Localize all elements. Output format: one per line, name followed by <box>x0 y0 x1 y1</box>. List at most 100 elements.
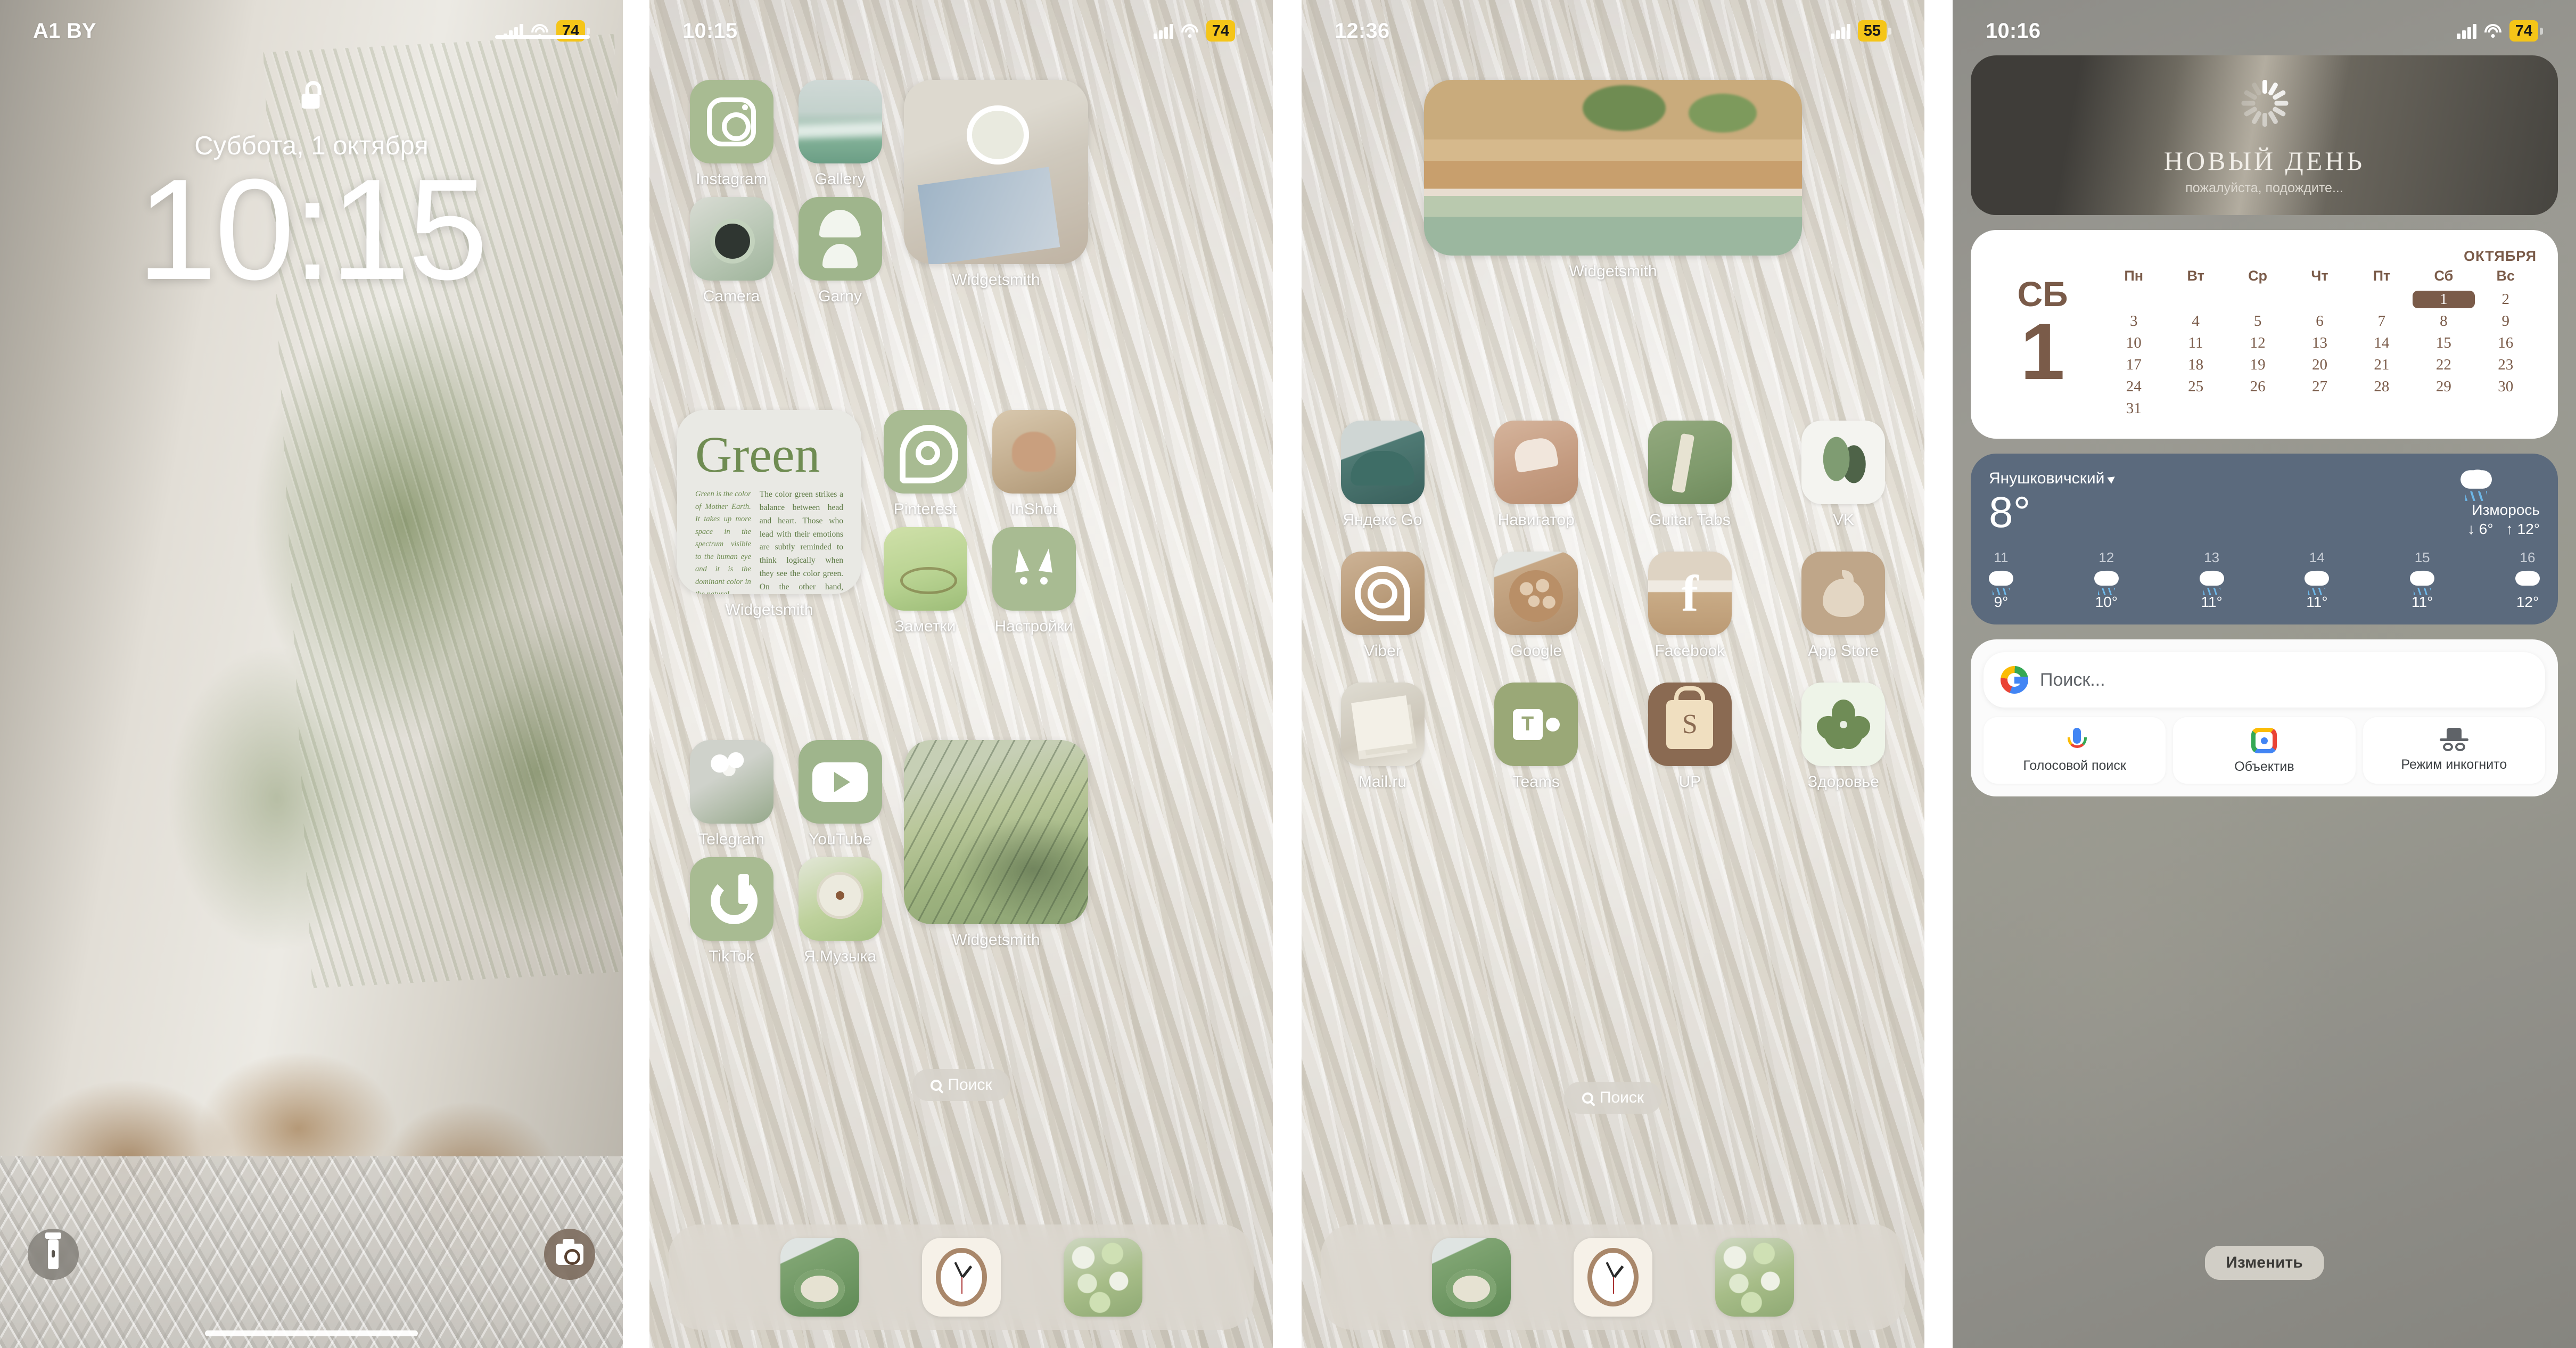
rain-cloud-icon <box>1989 571 2013 595</box>
app-icon: S <box>1648 683 1732 766</box>
home2-top-widget: Widgetsmith <box>1302 80 1924 281</box>
app-facebook[interactable]: f Facebook <box>1635 552 1744 660</box>
google-lens-button[interactable]: Объектив <box>2173 717 2356 784</box>
calendar-day: 6 <box>2316 313 2324 330</box>
calendar-day: 15 <box>2435 334 2451 351</box>
app-label: Pinterest <box>893 500 957 518</box>
search-button[interactable]: Поиск <box>1563 1082 1663 1114</box>
microphone-icon <box>2068 728 2087 752</box>
app-navigator[interactable]: Навигатор <box>1482 421 1591 529</box>
calendar-month-block: ОКТЯБРЯ Пн Вт Ср Чт Пт Сб Вс 1 2 3 4 5 6 7 8 9 10 11 12 13 1… <box>2103 248 2537 417</box>
widget-widgetsmith-photo-top[interactable]: Widgetsmith <box>904 80 1088 289</box>
app-icon <box>992 527 1076 611</box>
app-youtube[interactable]: YouTube <box>786 740 894 849</box>
app-yandex-music[interactable]: Я.Музыка <box>786 857 894 966</box>
home1-top-block: Instagram Gallery Camera Garny Widgetsmi… <box>677 80 1245 306</box>
flashlight-button[interactable] <box>28 1229 79 1280</box>
battery-cap-icon <box>1237 27 1240 35</box>
app-gallery[interactable]: Gallery <box>786 80 894 188</box>
rain-cloud-icon <box>2460 470 2492 501</box>
dock-item-phone[interactable] <box>780 1238 859 1317</box>
weather-low: ↓ 6° <box>2467 521 2493 537</box>
app-icon <box>1648 421 1732 504</box>
widget-calendar[interactable]: СБ 1 ОКТЯБРЯ Пн Вт Ср Чт Пт Сб Вс 1 2 3 4 5 6 7 8 9 10 11… <box>1971 230 2558 439</box>
battery-indicator: 74 <box>1206 20 1240 42</box>
new-day-title: НОВЫЙ ДЕНЬ <box>2163 146 2365 176</box>
search-button[interactable]: Поиск <box>912 1069 1010 1101</box>
google-voice-search-button[interactable]: Голосовой поиск <box>1984 717 2166 784</box>
status-icons: 74 <box>1153 20 1240 42</box>
app-garny[interactable]: Garny <box>786 197 894 306</box>
battery-indicator: 74 <box>2509 20 2543 42</box>
app-mail-ru[interactable]: Mail.ru <box>1328 683 1437 791</box>
green-widget-column-b: The color green strikes a balance betwee… <box>759 490 843 591</box>
widget-art <box>904 740 1088 924</box>
app-app-store[interactable]: App Store <box>1789 552 1898 660</box>
app-label: Навигатор <box>1497 511 1575 529</box>
app-label: VK <box>1832 511 1854 529</box>
app-yandex-go[interactable]: Яндекс Go <box>1328 421 1437 529</box>
google-incognito-button[interactable]: Режим инкогнито <box>2363 717 2545 784</box>
google-search-bar[interactable]: Поиск... <box>1984 652 2545 708</box>
lock-status-bar: A1 BY 74 <box>0 0 623 49</box>
app-label: Instagram <box>696 170 767 188</box>
app-inshot[interactable]: InShot <box>980 410 1088 519</box>
dock-item-keyboard[interactable] <box>1715 1238 1794 1317</box>
app-tiktok[interactable]: TikTok <box>677 857 786 966</box>
app-up[interactable]: S UP <box>1635 683 1744 791</box>
widget-widgetsmith-beach[interactable]: Widgetsmith <box>1424 80 1802 281</box>
calendar-blank <box>2165 291 2226 308</box>
app-camera[interactable]: Camera <box>677 197 786 306</box>
green-widget-title: Green <box>695 426 820 483</box>
app-vk[interactable]: VK <box>1789 421 1898 529</box>
edit-button[interactable]: Изменить <box>2204 1246 2324 1280</box>
dock-item-keyboard[interactable] <box>1063 1238 1142 1317</box>
calendar-day-number: 1 <box>2020 306 2065 396</box>
calendar-weekday-header: Пт <box>2373 268 2391 284</box>
app-telegram[interactable]: Telegram <box>677 740 786 849</box>
app-google[interactable]: Google <box>1482 552 1591 660</box>
dock-item-phone[interactable] <box>1432 1238 1511 1317</box>
widget-widgetsmith-fern[interactable]: Widgetsmith <box>904 740 1088 949</box>
camera-button[interactable] <box>544 1229 595 1280</box>
calendar-weekday-header: Ср <box>2248 268 2268 284</box>
weather-hourly-row: 11 9° 12 10° 13 11° 14 11° 15 11° 16 12° <box>1989 549 2540 611</box>
today-widget-stack: НОВЫЙ ДЕНЬ пожалуйста, подождите... СБ 1… <box>1971 55 2558 797</box>
lock-time: 10:15 <box>137 150 488 310</box>
widget-weather[interactable]: Янушковичский 8° Изморось ↓ 6° ↑ 12° 11 … <box>1971 454 2558 624</box>
whatsapp-icon <box>1355 565 1410 621</box>
app-icon <box>883 527 967 611</box>
instagram-icon <box>707 97 756 146</box>
home-screen-panel-1: 10:15 74 Instagram Gallery Camera Garny … <box>649 0 1273 1348</box>
widget-label: Widgetsmith <box>952 271 1040 289</box>
app-settings[interactable]: Настройки <box>980 527 1088 636</box>
widget-new-day[interactable]: НОВЫЙ ДЕНЬ пожалуйста, подождите... <box>1971 55 2558 215</box>
widget-label: Widgetsmith <box>725 601 813 619</box>
app-teams[interactable]: T Teams <box>1482 683 1591 791</box>
dock <box>1321 1224 1905 1330</box>
panel-gap-3 <box>1924 0 1953 1348</box>
weather-hour-temp: 11° <box>2306 594 2328 610</box>
unlock-padlock-icon <box>301 81 322 109</box>
calendar-day: 28 <box>2374 378 2390 395</box>
weather-city-row: Янушковичский <box>1989 470 2118 488</box>
app-health[interactable]: Здоровье <box>1789 683 1898 791</box>
home-indicator[interactable] <box>205 1330 418 1336</box>
app-instagram[interactable]: Instagram <box>677 80 786 188</box>
dock-item-clock[interactable] <box>1574 1238 1652 1317</box>
calendar-day: 16 <box>2498 334 2514 351</box>
widget-label: Widgetsmith <box>952 931 1040 949</box>
app-viber[interactable]: Viber <box>1328 552 1437 660</box>
calendar-day: 10 <box>2126 334 2142 351</box>
dock-item-clock[interactable] <box>921 1238 1001 1317</box>
weather-high: ↑ 12° <box>2505 521 2540 537</box>
weather-hilo: ↓ 6° ↑ 12° <box>2467 521 2540 538</box>
calendar-weekday-header: Пн <box>2124 268 2144 284</box>
calendar-day: 18 <box>2188 356 2204 373</box>
widget-widgetsmith-green[interactable]: Green Green is the color of Mother Earth… <box>677 410 861 619</box>
app-notes[interactable]: Заметки <box>871 527 980 636</box>
app-label: App Store <box>1808 642 1879 660</box>
app-pinterest[interactable]: Pinterest <box>871 410 980 519</box>
google-search-placeholder: Поиск... <box>2040 669 2105 690</box>
app-guitar-tabs[interactable]: Guitar Tabs <box>1635 421 1744 529</box>
